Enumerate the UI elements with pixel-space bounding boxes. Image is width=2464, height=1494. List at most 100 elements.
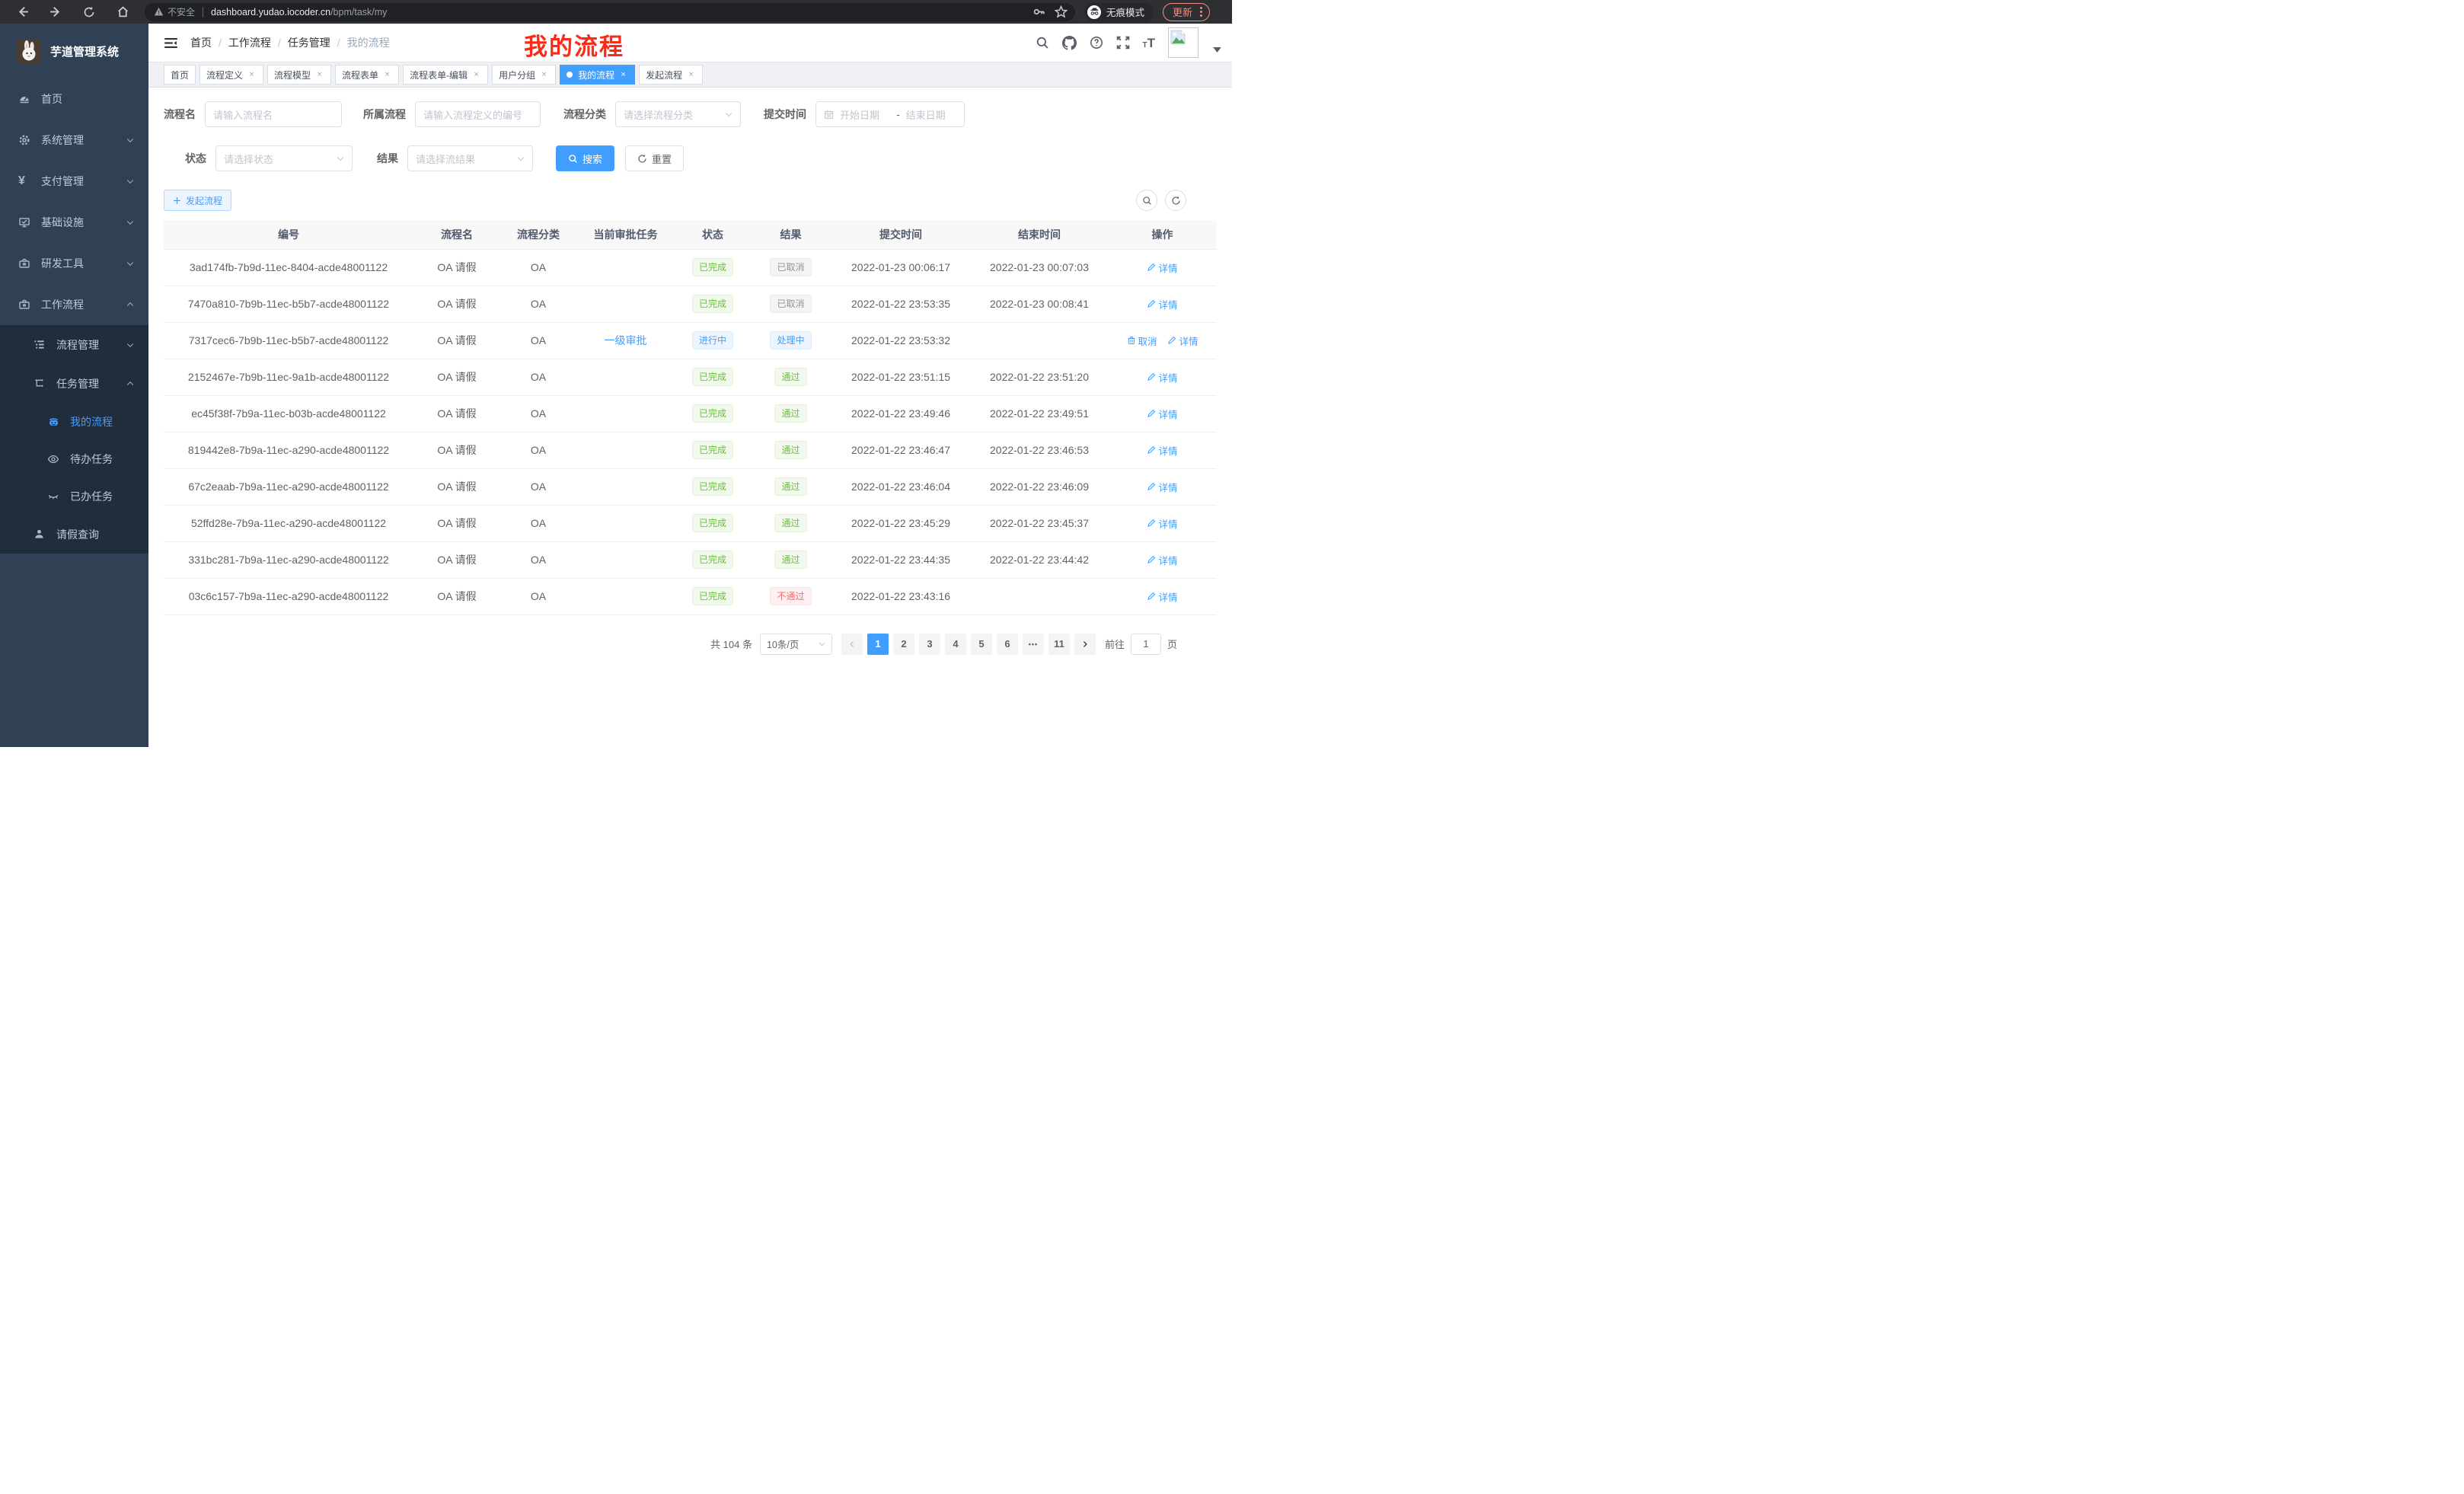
search-icon[interactable] xyxy=(1036,36,1049,49)
detail-button[interactable]: 详情 xyxy=(1167,334,1198,348)
browser-menu-icon[interactable] xyxy=(1200,7,1202,17)
security-label: 不安全 xyxy=(168,5,195,18)
close-icon[interactable]: × xyxy=(539,70,549,80)
current-task-link[interactable]: 一级审批 xyxy=(605,334,647,346)
refresh-table-button[interactable] xyxy=(1165,190,1186,211)
more-pages-button[interactable]: ••• xyxy=(1023,634,1044,655)
tab-process-definition[interactable]: 流程定义× xyxy=(199,65,263,85)
sidebar-item-workflow[interactable]: 工作流程 xyxy=(0,284,148,325)
tab-process-model[interactable]: 流程模型× xyxy=(267,65,331,85)
help-icon[interactable] xyxy=(1090,36,1103,49)
breadcrumb-task-management[interactable]: 任务管理 xyxy=(288,35,330,50)
tab-user-group[interactable]: 用户分组× xyxy=(492,65,556,85)
fullscreen-icon[interactable] xyxy=(1116,36,1130,49)
table-row: ec45f38f-7b9a-11ec-b03b-acde48001122 OA … xyxy=(164,395,1217,432)
status-select[interactable]: 请选择状态 xyxy=(215,145,353,171)
page-button-4[interactable]: 4 xyxy=(945,634,966,655)
detail-button[interactable]: 详情 xyxy=(1147,370,1177,385)
detail-button[interactable]: 详情 xyxy=(1147,589,1177,604)
table-row: 819442e8-7b9a-11ec-a290-acde48001122 OA … xyxy=(164,432,1217,468)
cell-submit-time: 2022-01-22 23:51:15 xyxy=(831,359,971,395)
address-bar[interactable]: 不安全 dashboard.yudao.iocoder.cn/bpm/task/… xyxy=(145,3,1075,21)
page-button-6[interactable]: 6 xyxy=(997,634,1018,655)
sidebar-item-todo-tasks[interactable]: 待办任务 xyxy=(0,440,148,477)
process-definition-input[interactable]: 请输入流程定义的编号 xyxy=(415,101,541,127)
process-name-input[interactable]: 请输入流程名 xyxy=(205,101,342,127)
start-process-button[interactable]: 发起流程 xyxy=(164,190,231,211)
sidebar-item-home[interactable]: 首页 xyxy=(0,78,148,120)
next-page-button[interactable] xyxy=(1074,634,1096,655)
bookmark-star-icon[interactable] xyxy=(1055,5,1068,18)
detail-button[interactable]: 详情 xyxy=(1147,297,1177,311)
page-button-5[interactable]: 5 xyxy=(971,634,992,655)
back-icon[interactable] xyxy=(11,3,34,21)
cell-task xyxy=(576,432,675,468)
home-icon[interactable] xyxy=(111,3,134,21)
submit-time-range-picker[interactable]: 开始日期 - 结束日期 xyxy=(815,101,965,127)
toggle-search-button[interactable] xyxy=(1136,190,1157,211)
sidebar-fold-icon[interactable] xyxy=(164,36,178,50)
page-button-3[interactable]: 3 xyxy=(919,634,940,655)
cell-category: OA xyxy=(500,249,576,286)
cell-name: OA 请假 xyxy=(413,286,500,322)
sidebar-item-task-management[interactable]: 任务管理 xyxy=(0,364,148,403)
process-category-select[interactable]: 请选择流程分类 xyxy=(615,101,741,127)
edit-icon xyxy=(1167,336,1176,345)
detail-button[interactable]: 详情 xyxy=(1147,407,1177,421)
sidebar-item-process-management[interactable]: 流程管理 xyxy=(0,325,148,364)
sidebar-item-done-tasks[interactable]: 已办任务 xyxy=(0,477,148,515)
sidebar-item-infrastructure[interactable]: 基础设施 xyxy=(0,202,148,243)
prev-page-button[interactable] xyxy=(841,634,863,655)
submit-time-label: 提交时间 xyxy=(764,107,806,122)
page-button-2[interactable]: 2 xyxy=(893,634,914,655)
detail-button[interactable]: 详情 xyxy=(1147,443,1177,458)
close-icon[interactable]: × xyxy=(382,70,392,80)
cell-name: OA 请假 xyxy=(413,541,500,578)
reset-button[interactable]: 重置 xyxy=(625,145,684,171)
detail-button[interactable]: 详情 xyxy=(1147,516,1177,531)
user-avatar[interactable] xyxy=(1168,27,1198,58)
detail-button[interactable]: 详情 xyxy=(1147,553,1177,567)
tab-home[interactable]: 首页 xyxy=(164,65,196,85)
page-button-1[interactable]: 1 xyxy=(867,634,889,655)
password-key-icon[interactable] xyxy=(1033,5,1045,18)
page-size-select[interactable]: 10条/页 xyxy=(760,634,832,655)
sidebar-item-devtools[interactable]: 研发工具 xyxy=(0,243,148,284)
cell-category: OA xyxy=(500,322,576,359)
result-select[interactable]: 请选择流结果 xyxy=(407,145,533,171)
sidebar-item-my-process[interactable]: 我的流程 xyxy=(0,403,148,440)
not-secure-warning[interactable]: 不安全 xyxy=(154,5,195,18)
tab-process-form-edit[interactable]: 流程表单-编辑× xyxy=(403,65,488,85)
range-separator: - xyxy=(896,109,899,120)
close-icon[interactable]: × xyxy=(471,70,481,80)
sidebar-item-payment[interactable]: ¥ 支付管理 xyxy=(0,161,148,202)
placeholder: 请选择流结果 xyxy=(416,152,511,166)
forward-icon[interactable] xyxy=(44,3,67,21)
sidebar-item-system[interactable]: 系统管理 xyxy=(0,120,148,161)
update-button[interactable]: 更新 xyxy=(1163,3,1210,21)
github-icon[interactable] xyxy=(1062,36,1077,50)
cell-name: OA 请假 xyxy=(413,505,500,541)
sidebar-item-leave-query[interactable]: 请假查询 xyxy=(0,515,148,554)
close-icon[interactable]: × xyxy=(247,70,257,80)
yen-icon: ¥ xyxy=(18,175,30,187)
search-button[interactable]: 搜索 xyxy=(556,145,614,171)
detail-button[interactable]: 详情 xyxy=(1147,480,1177,494)
reload-icon[interactable] xyxy=(78,3,101,21)
page-button-11[interactable]: 11 xyxy=(1048,634,1070,655)
detail-button[interactable]: 详情 xyxy=(1147,260,1177,275)
close-icon[interactable]: × xyxy=(686,70,696,80)
font-size-icon[interactable]: TT xyxy=(1143,37,1156,49)
tab-process-form[interactable]: 流程表单× xyxy=(335,65,399,85)
breadcrumb-home[interactable]: 首页 xyxy=(190,35,212,50)
table-row: 331bc281-7b9a-11ec-a290-acde48001122 OA … xyxy=(164,541,1217,578)
tab-start-process[interactable]: 发起流程× xyxy=(639,65,703,85)
jumper-input[interactable]: 1 xyxy=(1131,634,1161,655)
cancel-button[interactable]: 取消 xyxy=(1127,334,1157,348)
tab-my-process[interactable]: 我的流程× xyxy=(560,65,635,85)
cell-name: OA 请假 xyxy=(413,359,500,395)
close-icon[interactable]: × xyxy=(618,70,628,80)
breadcrumb-workflow[interactable]: 工作流程 xyxy=(228,35,271,50)
avatar-caret-icon[interactable] xyxy=(1213,47,1221,53)
close-icon[interactable]: × xyxy=(314,70,324,80)
